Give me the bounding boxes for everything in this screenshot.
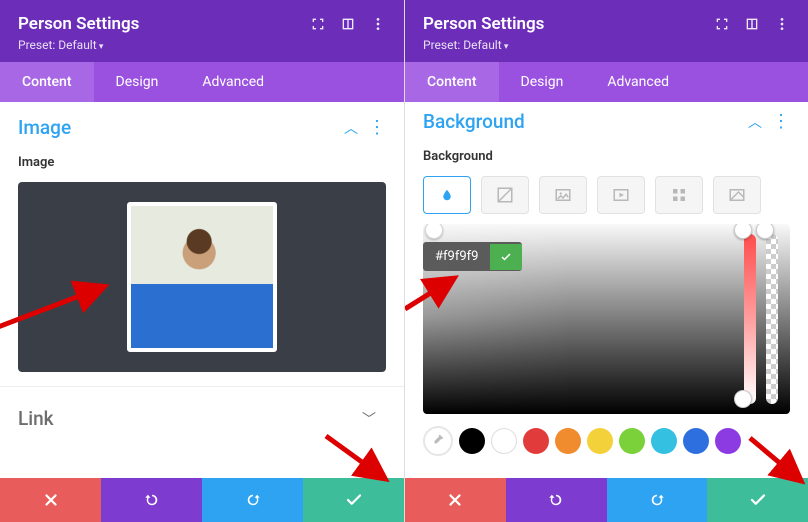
panel-right: Person Settings Preset: Default Content … xyxy=(404,0,808,522)
hex-value[interactable]: #f9f9f9 xyxy=(423,242,490,271)
uploaded-image-thumbnail xyxy=(127,202,277,352)
panel-left: Person Settings Preset: Default Content … xyxy=(0,0,404,522)
expand-icon[interactable] xyxy=(714,16,730,36)
swatch[interactable] xyxy=(587,428,613,454)
chevron-down-icon: ﹀ xyxy=(362,409,376,429)
tab-content[interactable]: Content xyxy=(405,62,499,102)
confirm-button[interactable] xyxy=(707,478,808,522)
columns-icon[interactable] xyxy=(744,16,760,36)
alpha-handle[interactable] xyxy=(756,224,774,239)
section-image-head[interactable]: Image ︿ ⋮ xyxy=(0,102,404,149)
hex-input-pill: #f9f9f9 xyxy=(423,242,522,271)
picker-handle[interactable] xyxy=(425,224,443,239)
hue-handle[interactable] xyxy=(734,224,752,239)
bg-tab-mask[interactable] xyxy=(713,176,761,214)
preset-dropdown[interactable]: Preset: Default xyxy=(18,38,310,52)
tab-design[interactable]: Design xyxy=(94,62,181,102)
panel-header: Person Settings Preset: Default xyxy=(0,0,404,62)
section-link-title: Link xyxy=(18,407,362,430)
swatch[interactable] xyxy=(715,428,741,454)
tab-design[interactable]: Design xyxy=(499,62,586,102)
divider xyxy=(0,386,404,387)
confirm-button[interactable] xyxy=(303,478,404,522)
tabs: Content Design Advanced xyxy=(0,62,404,102)
action-bar xyxy=(0,478,404,522)
panel-title: Person Settings xyxy=(18,14,310,34)
background-field-label: Background xyxy=(405,143,808,170)
swatch[interactable] xyxy=(491,428,517,454)
action-bar xyxy=(405,478,808,522)
panel-title: Person Settings xyxy=(423,14,714,34)
bg-tab-gradient[interactable] xyxy=(481,176,529,214)
close-button[interactable] xyxy=(0,478,101,522)
bg-tab-image[interactable] xyxy=(539,176,587,214)
section-background-head[interactable]: Background ︿ ⋮ xyxy=(405,102,808,143)
preset-dropdown[interactable]: Preset: Default xyxy=(423,38,714,52)
undo-button[interactable] xyxy=(101,478,202,522)
background-type-tabs xyxy=(405,170,808,224)
swatch[interactable] xyxy=(555,428,581,454)
content-area: Background ︿ ⋮ Background #f9f9f9 xyxy=(405,102,808,478)
hex-confirm-button[interactable] xyxy=(490,244,522,270)
section-more-icon[interactable]: ⋮ xyxy=(772,113,790,131)
alpha-slider[interactable] xyxy=(766,234,778,404)
redo-button[interactable] xyxy=(607,478,708,522)
tab-content[interactable]: Content xyxy=(0,62,94,102)
section-image-title: Image xyxy=(18,116,344,139)
bg-tab-video[interactable] xyxy=(597,176,645,214)
bg-tab-pattern[interactable] xyxy=(655,176,703,214)
hue-slider[interactable] xyxy=(744,234,756,404)
section-background-title: Background xyxy=(423,110,748,133)
section-link-head[interactable]: Link ﹀ xyxy=(0,393,404,440)
expand-icon[interactable] xyxy=(310,16,326,36)
swatch[interactable] xyxy=(651,428,677,454)
panel-header: Person Settings Preset: Default xyxy=(405,0,808,62)
content-area: Image ︿ ⋮ Image Link ﹀ xyxy=(0,102,404,478)
redo-button[interactable] xyxy=(202,478,303,522)
image-upload-well[interactable] xyxy=(18,182,386,372)
chevron-up-icon: ︿ xyxy=(748,112,762,132)
close-button[interactable] xyxy=(405,478,506,522)
undo-button[interactable] xyxy=(506,478,607,522)
section-more-icon[interactable]: ⋮ xyxy=(368,119,386,137)
swatch[interactable] xyxy=(523,428,549,454)
more-icon[interactable] xyxy=(370,16,386,36)
eyedropper-button[interactable] xyxy=(423,426,453,456)
chevron-up-icon: ︿ xyxy=(344,118,358,138)
swatch[interactable] xyxy=(683,428,709,454)
swatch[interactable] xyxy=(619,428,645,454)
bg-tab-color[interactable] xyxy=(423,176,471,214)
tabs: Content Design Advanced xyxy=(405,62,808,102)
tab-advanced[interactable]: Advanced xyxy=(180,62,286,102)
columns-icon[interactable] xyxy=(340,16,356,36)
swatch[interactable] xyxy=(459,428,485,454)
image-field-label: Image xyxy=(0,149,404,176)
tab-advanced[interactable]: Advanced xyxy=(585,62,691,102)
hue-handle-bottom[interactable] xyxy=(734,390,752,408)
swatch-row xyxy=(405,422,808,456)
more-icon[interactable] xyxy=(774,16,790,36)
